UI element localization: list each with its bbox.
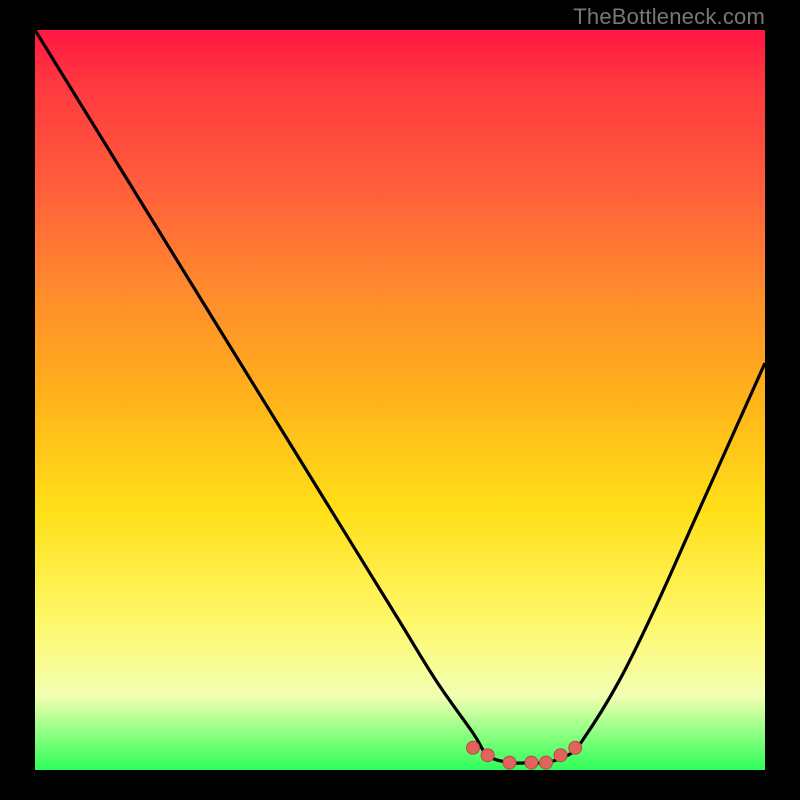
curve-marker (467, 741, 480, 754)
chart-frame: TheBottleneck.com (0, 0, 800, 800)
curve-marker (540, 756, 553, 769)
plot-area (35, 30, 765, 770)
watermark-text: TheBottleneck.com (573, 4, 765, 30)
bottleneck-curve (35, 30, 765, 763)
curve-marker (525, 756, 538, 769)
curve-svg (35, 30, 765, 770)
curve-marker (503, 756, 516, 769)
curve-marker (554, 749, 567, 762)
curve-marker (481, 749, 494, 762)
curve-marker (569, 741, 582, 754)
curve-markers (467, 741, 582, 769)
